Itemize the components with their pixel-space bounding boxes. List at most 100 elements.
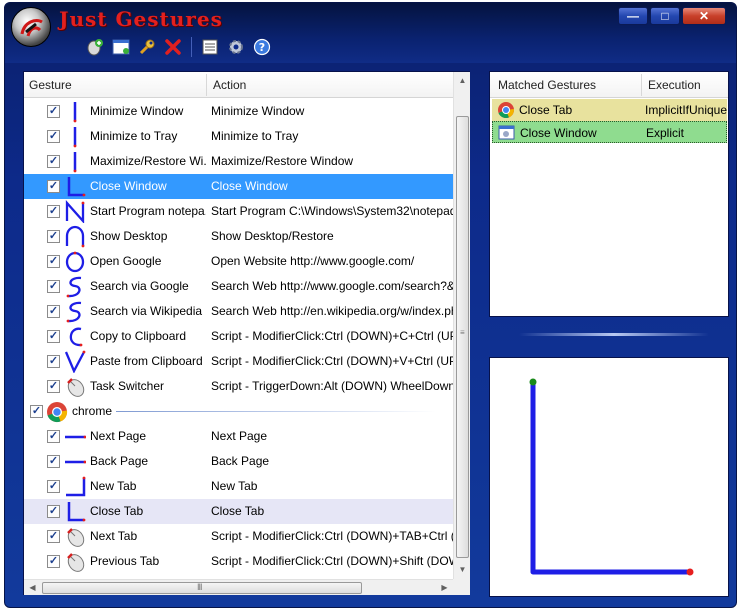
matched-gesture-execution: ImplicitIfUnique — [645, 103, 728, 117]
l-shape-gesture-icon — [67, 502, 86, 522]
gesture-action: Script - ModifierClick:Ctrl (DOWN)+V+Ctr… — [211, 354, 453, 368]
matched-row-close-tab[interactable]: Close Tab ImplicitIfUnique — [492, 99, 727, 121]
group-row[interactable]: ✓ chrome — [24, 399, 453, 424]
gesture-action: Search Web http://en.wikipedia.org/w/ind… — [211, 304, 453, 318]
help-button[interactable]: ? — [252, 37, 272, 57]
row-checkbox[interactable]: ✓ — [47, 480, 60, 493]
table-row[interactable]: ✓ Paste from Clipboard Script - ModifierCl… — [24, 349, 453, 374]
gesture-action: Script - ModifierClick:Ctrl (DOWN)+TAB+C… — [211, 529, 453, 543]
table-row[interactable]: ✓ Open Google Open Website http://www.goog… — [24, 249, 453, 274]
gesture-name: Next Tab — [90, 529, 138, 543]
vertical-scrollbar[interactable]: ▲ ≡ ▼ — [453, 72, 470, 579]
close-button[interactable]: ✕ — [682, 7, 726, 25]
scroll-down-arrow-icon[interactable]: ▼ — [454, 565, 471, 574]
matched-row-close-window[interactable]: Close Window Explicit — [492, 121, 727, 143]
row-checkbox[interactable]: ✓ — [47, 105, 60, 118]
table-row[interactable]: ✓ Minimize Window Minimize Window — [24, 99, 453, 124]
table-row[interactable]: ✓ Show Desktop Show Desktop/Restore — [24, 224, 453, 249]
row-checkbox[interactable]: ✓ — [47, 180, 60, 193]
row-checkbox[interactable]: ✓ — [30, 405, 43, 418]
horizontal-scroll-thumb[interactable]: III — [42, 582, 362, 594]
scroll-right-arrow-icon[interactable]: ▶ — [436, 583, 453, 592]
column-header-execution[interactable]: Execution — [643, 72, 728, 98]
scroll-grip-icon: ≡ — [460, 328, 465, 337]
vertical-scroll-thumb[interactable]: ≡ — [456, 116, 469, 558]
table-row[interactable]: ✓ Previous Tab Script - ModifierClick:Ctrl… — [24, 549, 453, 574]
minimize-button[interactable]: — — [618, 7, 648, 25]
row-checkbox[interactable]: ✓ — [47, 455, 60, 468]
v-shape-gesture-icon — [64, 350, 86, 373]
gesture-name: New Tab — [90, 479, 137, 493]
gesture-action: Script - ModifierClick:Ctrl (DOWN)+C+Ctr… — [211, 329, 453, 343]
row-checkbox[interactable]: ✓ — [47, 155, 60, 168]
table-row[interactable]: ✓ Close Tab Close Tab — [24, 499, 453, 524]
n-shape-gesture-icon — [65, 200, 85, 223]
up-right-gesture-icon — [66, 476, 86, 497]
table-row[interactable]: ✓ Task Switcher Script - TriggerDown:Alt (… — [24, 374, 453, 399]
column-divider[interactable] — [206, 74, 207, 96]
matched-gesture-name: Close Window — [520, 126, 597, 140]
matched-gesture-name: Close Tab — [519, 103, 573, 117]
table-row[interactable]: ✓ Next Page Next Page — [24, 424, 453, 449]
row-checkbox[interactable]: ✓ — [47, 230, 60, 243]
column-header-gesture[interactable]: Gesture — [24, 72, 204, 98]
row-checkbox[interactable]: ✓ — [47, 430, 60, 443]
row-checkbox[interactable]: ✓ — [47, 330, 60, 343]
horizontal-scrollbar[interactable]: ◀ III ▶ — [24, 579, 453, 595]
list-icon — [202, 39, 218, 55]
gesture-list-header: Gesture Action — [24, 72, 453, 98]
maximize-button[interactable]: □ — [650, 7, 680, 25]
delete-button[interactable] — [163, 37, 183, 57]
table-row[interactable]: ✓ Search via Google Search Web http://www.… — [24, 274, 453, 299]
gesture-action: Search Web http://www.google.com/search?… — [211, 279, 453, 293]
row-checkbox[interactable]: ✓ — [47, 255, 60, 268]
table-row[interactable]: ✓ Next Tab Script - ModifierClick:Ctrl (DO… — [24, 524, 453, 549]
panel-splitter[interactable] — [519, 333, 709, 336]
new-window-button[interactable] — [111, 37, 131, 57]
row-checkbox[interactable]: ✓ — [47, 305, 60, 318]
settings-button[interactable] — [226, 37, 246, 57]
wrench-button[interactable] — [137, 37, 157, 57]
table-row[interactable]: ✓ Start Program notepa... Start Program C:… — [24, 199, 453, 224]
scroll-left-arrow-icon[interactable]: ◀ — [24, 583, 41, 592]
row-checkbox[interactable]: ✓ — [47, 130, 60, 143]
list-button[interactable] — [200, 37, 220, 57]
scroll-corner — [453, 579, 470, 595]
s-shape-gesture-icon — [66, 276, 82, 298]
gesture-preview-panel — [489, 357, 729, 597]
row-checkbox[interactable]: ✓ — [47, 530, 60, 543]
close-icon: ✕ — [698, 9, 710, 23]
table-row[interactable]: ✓ Copy to Clipboard Script - ModifierClick… — [24, 324, 453, 349]
row-checkbox[interactable]: ✓ — [47, 380, 60, 393]
table-row[interactable]: ✓ Maximize/Restore Wi... Maximize/Restore … — [24, 149, 453, 174]
matched-gesture-execution: Explicit — [646, 126, 685, 140]
column-header-action[interactable]: Action — [208, 72, 448, 98]
row-checkbox[interactable]: ✓ — [47, 205, 60, 218]
column-header-matched-gestures[interactable]: Matched Gestures — [493, 72, 638, 98]
vertical-line-gesture-icon — [73, 102, 77, 123]
table-row[interactable]: ✓ Close Window Close Window — [24, 174, 453, 199]
table-row[interactable]: ✓ Back Page Back Page — [24, 449, 453, 474]
table-row[interactable]: ✓ New Tab New Tab — [24, 474, 453, 499]
table-row[interactable]: ✓ Search via Wikipedia Search Web http://e… — [24, 299, 453, 324]
gesture-action: Open Website http://www.google.com/ — [211, 254, 415, 268]
gesture-name: Next Page — [90, 429, 147, 443]
table-row[interactable]: ✓ Minimize to Tray Minimize to Tray — [24, 124, 453, 149]
matched-gestures-header: Matched Gestures Execution — [490, 72, 728, 98]
column-divider[interactable] — [641, 74, 642, 96]
add-gesture-button[interactable] — [85, 37, 105, 57]
gesture-action: Close Tab — [211, 504, 265, 518]
title-bar[interactable]: Just Gestures — □ ✕ ? — [5, 3, 736, 63]
row-checkbox[interactable]: ✓ — [47, 555, 60, 568]
row-checkbox[interactable]: ✓ — [47, 355, 60, 368]
row-checkbox[interactable]: ✓ — [47, 505, 60, 518]
c-shape-gesture-icon — [69, 327, 83, 347]
arch-gesture-icon — [65, 225, 85, 248]
gesture-rows: ✓ Minimize Window Minimize Window ✓ Minimize… — [24, 99, 453, 579]
scroll-up-arrow-icon[interactable]: ▲ — [454, 76, 471, 85]
gesture-action: Minimize Window — [211, 104, 305, 118]
row-checkbox[interactable]: ✓ — [47, 280, 60, 293]
gesture-action: Minimize to Tray — [211, 129, 299, 143]
delete-icon — [165, 39, 181, 55]
app-title: Just Gestures — [59, 7, 223, 31]
